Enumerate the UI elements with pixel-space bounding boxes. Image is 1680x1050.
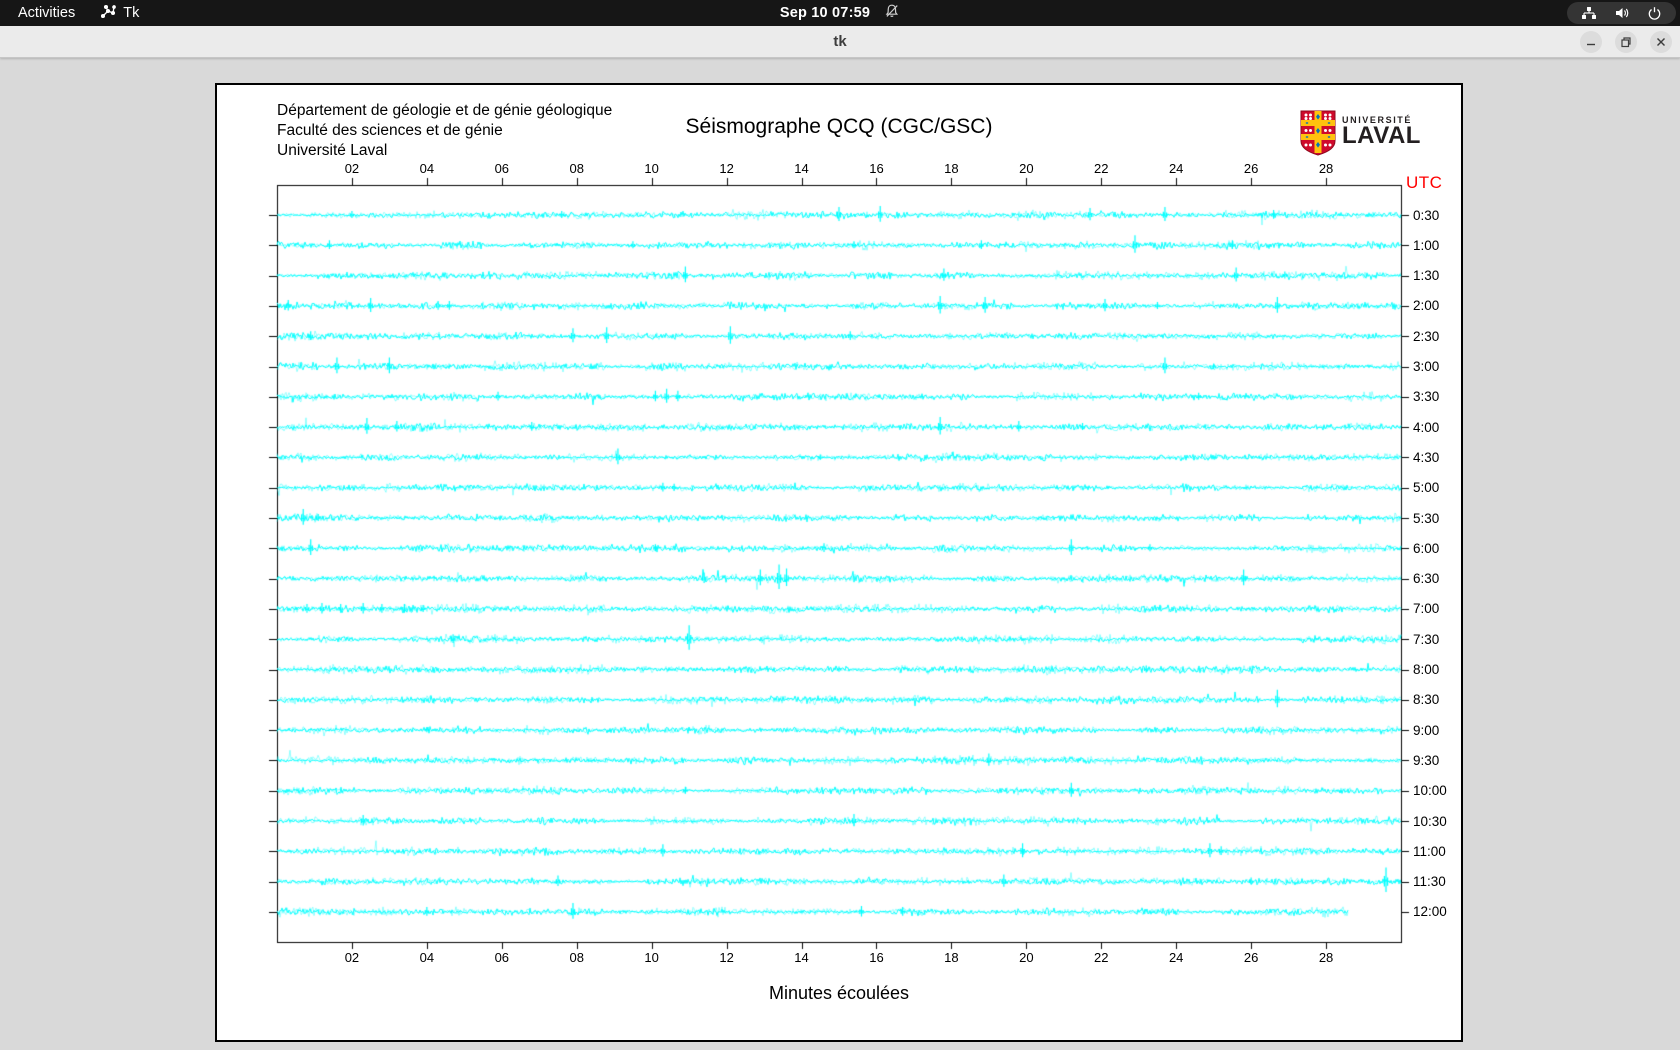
row-time-label: 4:30: [1413, 449, 1440, 465]
row-time-label: 3:30: [1413, 389, 1440, 405]
row-time-label: 9:00: [1413, 722, 1440, 738]
system-tray[interactable]: [1567, 2, 1676, 24]
window-titlebar[interactable]: tk: [0, 26, 1680, 58]
axis-tick-label: 24: [1168, 161, 1184, 176]
axis-tick-label: 04: [419, 950, 435, 965]
focused-app-indicator[interactable]: Tk: [101, 4, 139, 23]
row-time-label: 11:00: [1413, 843, 1446, 859]
row-time-label: 0:30: [1413, 207, 1440, 223]
axis-tick-label: 14: [794, 950, 809, 965]
network-icon: [1581, 6, 1597, 20]
laval-shield-icon: [1300, 110, 1336, 161]
seismogram-plot: [217, 85, 1461, 1040]
clock-label: Sep 10 07:59: [779, 5, 871, 21]
row-time-label: 7:30: [1413, 631, 1440, 647]
axis-tick-label: 18: [944, 950, 959, 965]
logo-laval-label: LAVAL: [1342, 122, 1421, 149]
axis-tick-label: 28: [1318, 950, 1334, 965]
axis-tick-label: 04: [419, 161, 435, 176]
institution-line: Université Laval: [277, 142, 388, 159]
axis-tick-label: 06: [494, 950, 510, 965]
axis-tick-label: 08: [569, 950, 584, 965]
row-time-label: 1:30: [1413, 268, 1440, 284]
tk-app-icon: [101, 4, 117, 23]
axis-tick-label: 02: [344, 161, 360, 176]
axis-tick-label: 10: [644, 950, 659, 965]
axis-tick-label: 24: [1168, 950, 1184, 965]
axis-tick-label: 14: [794, 161, 809, 176]
row-time-label: 1:00: [1413, 237, 1440, 253]
row-time-label: 4:00: [1413, 419, 1440, 435]
row-time-label: 10:30: [1413, 813, 1447, 829]
row-time-label: 12:00: [1413, 904, 1447, 920]
axis-tick-label: 20: [1019, 950, 1034, 965]
axis-tick-label: 28: [1318, 161, 1334, 176]
activities-button[interactable]: Activities: [18, 5, 75, 21]
row-time-label: 9:30: [1413, 752, 1440, 768]
seismograph-canvas: Département de géologie et de génie géol…: [215, 83, 1463, 1042]
axis-tick-label: 12: [719, 161, 734, 176]
page-title: Séismographe QCQ (CGC/GSC): [685, 115, 993, 138]
row-time-label: 8:30: [1413, 692, 1440, 708]
row-time-label: 6:30: [1413, 571, 1440, 587]
volume-icon: [1614, 6, 1630, 20]
row-time-label: 2:00: [1413, 298, 1440, 314]
restore-button[interactable]: [1615, 30, 1637, 53]
notifications-disabled-icon: [884, 3, 900, 23]
utc-axis-title: UTC: [1406, 173, 1443, 192]
window-title: tk: [833, 33, 847, 50]
axis-tick-label: 26: [1243, 161, 1259, 176]
close-button[interactable]: [1650, 30, 1672, 53]
row-time-label: 3:00: [1413, 359, 1440, 374]
power-icon: [1647, 6, 1662, 21]
row-time-label: 5:00: [1413, 480, 1440, 496]
row-time-label: 5:30: [1413, 510, 1440, 526]
axis-tick-label: 02: [344, 950, 360, 965]
minimize-button[interactable]: [1580, 30, 1602, 53]
gnome-top-bar: Activities Tk Sep 10 07:59: [0, 0, 1680, 26]
focused-app-label: Tk: [123, 5, 140, 21]
axis-tick-label: 06: [494, 161, 510, 176]
clock-menu[interactable]: Sep 10 07:59: [780, 3, 900, 23]
row-time-label: 6:00: [1413, 540, 1440, 556]
axis-tick-label: 16: [869, 950, 884, 965]
x-axis-title: Minutes écoulées: [768, 983, 910, 1003]
axis-tick-label: 18: [944, 161, 959, 176]
row-time-label: 10:00: [1413, 783, 1447, 799]
row-time-label: 7:00: [1413, 601, 1440, 617]
axis-tick-label: 08: [569, 161, 584, 176]
axis-tick-label: 10: [644, 161, 659, 176]
tk-window-content: Département de géologie et de génie géol…: [0, 58, 1680, 1050]
row-time-label: 2:30: [1413, 328, 1440, 344]
row-time-label: 8:00: [1413, 662, 1440, 677]
axis-tick-label: 16: [869, 161, 884, 176]
axis-tick-label: 12: [719, 950, 734, 965]
axis-tick-label: 22: [1094, 950, 1109, 965]
axis-tick-label: 26: [1243, 950, 1259, 965]
axis-tick-label: 22: [1094, 161, 1109, 176]
universite-laval-logo: UNIVERSITÉ LAVAL: [1300, 110, 1421, 161]
row-time-label: 11:30: [1413, 874, 1446, 890]
axis-tick-label: 20: [1019, 161, 1034, 176]
